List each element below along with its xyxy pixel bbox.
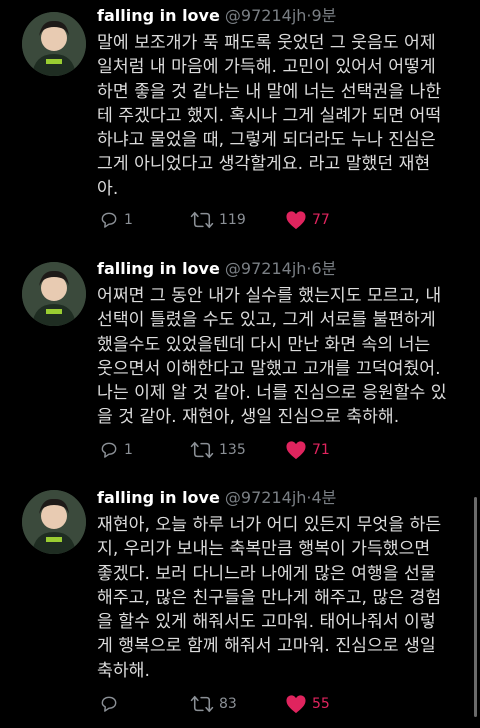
like-button[interactable]: 71 bbox=[285, 440, 330, 460]
display-name[interactable]: falling in love bbox=[97, 259, 220, 278]
like-count: 77 bbox=[312, 212, 330, 228]
tweet-line: 게 행복으로 함께 해줘서 고마워. 진심으로 생일 bbox=[97, 636, 436, 657]
tweet-line: 지, 우리가 보내는 축복만큼 행복이 가득했으면 bbox=[97, 539, 431, 560]
retweet-count: 119 bbox=[219, 212, 246, 228]
tweet-line: 아. bbox=[97, 178, 119, 199]
user-handle[interactable]: @97214jh bbox=[225, 6, 306, 25]
tweet-line: 하면 좋을 것 같냐는 내 말에 너는 선택권을 나한 bbox=[97, 81, 442, 102]
retweet-icon bbox=[190, 440, 214, 460]
scrollbar[interactable] bbox=[474, 497, 477, 717]
display-name[interactable]: falling in love bbox=[97, 488, 220, 507]
user-handle[interactable]: @97214jh bbox=[225, 488, 306, 507]
tweet-line: 일처럼 내 마음에 가득해. 고민이 있어서 어떻게 bbox=[97, 57, 436, 78]
tweet-line: 그게 아니었다고 생각할게요. 라고 말했던 재현 bbox=[97, 154, 431, 175]
heart-icon bbox=[285, 694, 307, 714]
like-count: 71 bbox=[312, 442, 330, 458]
tweet-line: 하냐고 물었을 때, 그렇게 되더라도 누나 진심은 bbox=[97, 130, 436, 151]
tweet-line: 어쩌면 그 동안 내가 실수를 했는지도 모르고, 내 bbox=[97, 286, 442, 306]
tweet-actions: 83 55 bbox=[97, 694, 457, 718]
reply-button[interactable]: 1 bbox=[99, 440, 133, 460]
avatar[interactable] bbox=[22, 262, 86, 326]
retweet-icon bbox=[190, 694, 214, 714]
heart-icon bbox=[285, 440, 307, 460]
like-count: 55 bbox=[312, 696, 330, 712]
tweet-header: falling in love @97214jh·6분 bbox=[97, 258, 466, 280]
tweet-text: 어쩌면 그 동안 내가 실수를 했는지도 모르고, 내 선택이 틀렸을 수도 있… bbox=[97, 284, 466, 430]
tweet-line: 재현아, 오늘 하루 너가 어디 있든지 무엇을 하든 bbox=[97, 515, 442, 535]
retweet-icon bbox=[190, 210, 214, 230]
reply-icon bbox=[99, 210, 119, 230]
tweet-line: 좋겠다. 보러 다니느라 나에게 많은 여행을 선물 bbox=[97, 563, 436, 584]
reply-icon bbox=[99, 694, 119, 714]
retweet-button[interactable]: 119 bbox=[190, 210, 246, 230]
display-name[interactable]: falling in love bbox=[97, 6, 220, 25]
tweet-time[interactable]: 4분 bbox=[312, 488, 337, 507]
retweet-button[interactable]: 83 bbox=[190, 694, 237, 714]
tweet-line: 선택이 틀렸을 수도 있고, 그게 서로를 불편하게 bbox=[97, 310, 436, 331]
retweet-button[interactable]: 135 bbox=[190, 440, 246, 460]
tweet-line: 웃으면서 이해한다고 말했고 고개를 끄덕여줬어. bbox=[97, 358, 441, 379]
tweet-line: 나는 이제 알 것 같아. 너를 진심으로 응원할수 있 bbox=[97, 383, 447, 404]
avatar[interactable] bbox=[22, 12, 86, 76]
tweet-actions: 1 135 71 bbox=[97, 440, 457, 464]
reply-icon bbox=[99, 440, 119, 460]
tweet-time[interactable]: 6분 bbox=[312, 259, 337, 278]
tweet-line: 을 것 같아. 재현아, 생일 진심으로 축하해. bbox=[97, 407, 400, 428]
tweet-line: 말에 보조개가 푹 패도록 웃었던 그 웃음도 어제 bbox=[97, 33, 436, 53]
tweet-header: falling in love @97214jh·9분 bbox=[97, 5, 466, 27]
reply-count: 1 bbox=[124, 212, 133, 228]
like-button[interactable]: 55 bbox=[285, 694, 330, 714]
tweet-time[interactable]: 9분 bbox=[312, 6, 337, 25]
tweet-line: 해주고, 많은 친구들을 만나게 해주고, 많은 경험 bbox=[97, 587, 442, 608]
tweet-actions: 1 119 77 bbox=[97, 210, 457, 234]
tweet-line: 했을수도 있었을텐데 다시 만난 화면 속의 너는 bbox=[97, 334, 431, 355]
retweet-count: 83 bbox=[219, 696, 237, 712]
retweet-count: 135 bbox=[219, 442, 246, 458]
reply-count: 1 bbox=[124, 442, 133, 458]
tweet-line: 축하해. bbox=[97, 660, 150, 681]
heart-icon bbox=[285, 210, 307, 230]
avatar[interactable] bbox=[22, 490, 86, 554]
tweet-text: 재현아, 오늘 하루 너가 어디 있든지 무엇을 하든 지, 우리가 보내는 축… bbox=[97, 513, 466, 683]
tweet-line: 을 할수 있게 해줘서도 고마워. 태어나줘서 이렇 bbox=[97, 612, 436, 633]
like-button[interactable]: 77 bbox=[285, 210, 330, 230]
tweet-line: 테 주겠다고 했지. 혹시나 그게 실례가 되면 어떡 bbox=[97, 105, 442, 126]
user-handle[interactable]: @97214jh bbox=[225, 259, 306, 278]
reply-button[interactable] bbox=[99, 694, 124, 714]
tweet-text: 말에 보조개가 푹 패도록 웃었던 그 웃음도 어제 일처럼 내 마음에 가득해… bbox=[97, 31, 466, 201]
reply-button[interactable]: 1 bbox=[99, 210, 133, 230]
tweet-header: falling in love @97214jh·4분 bbox=[97, 487, 466, 509]
